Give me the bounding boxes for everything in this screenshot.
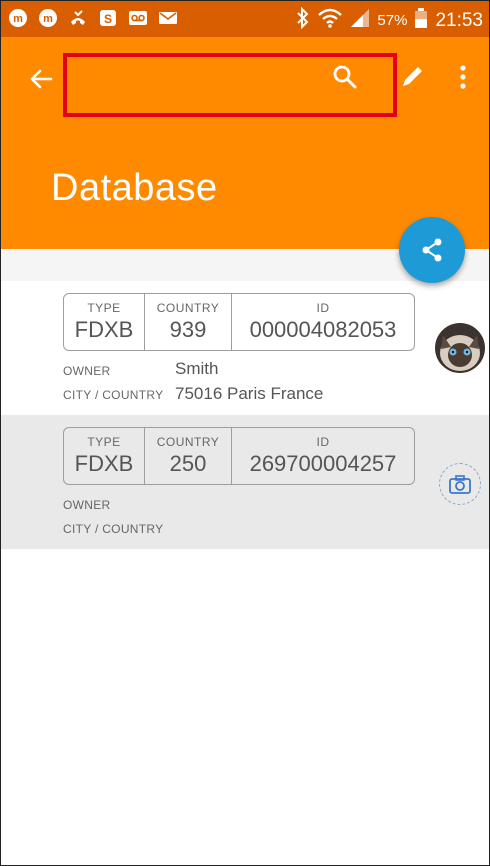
more-options-icon[interactable] [455, 63, 471, 91]
app-m-icon-2: m [37, 7, 59, 29]
id-cell: ID 000004082053 [232, 294, 414, 350]
svg-text:m: m [13, 13, 23, 25]
svg-text:S: S [104, 12, 112, 26]
city-country-label: CITY / COUNTRY [63, 388, 164, 402]
type-cell: TYPE FDXB [64, 428, 145, 484]
transponder-id-box: TYPE FDXB COUNTRY 250 ID 269700004257 [63, 427, 415, 485]
country-cell: COUNTRY 939 [145, 294, 232, 350]
notification-icons: m m S [7, 7, 179, 29]
country-cell: COUNTRY 250 [145, 428, 232, 484]
add-photo-camera-icon[interactable] [439, 463, 481, 505]
mail-icon [157, 7, 179, 29]
list-item[interactable]: TYPE FDXB COUNTRY 939 ID 000004082053 OW… [1, 281, 489, 415]
city-country-label: CITY / COUNTRY [63, 522, 164, 536]
page-title: Database [51, 167, 218, 209]
type-label: TYPE [87, 301, 121, 315]
country-value: 939 [169, 317, 207, 342]
bluetooth-icon [295, 6, 311, 34]
id-label: ID [316, 435, 330, 449]
clock: 21:53 [435, 9, 483, 31]
type-value: FDXB [74, 451, 134, 476]
back-arrow-icon[interactable] [23, 61, 59, 97]
search-icon[interactable] [331, 63, 359, 91]
country-label: COUNTRY [156, 301, 220, 315]
id-label: ID [316, 301, 330, 315]
missed-call-icon [67, 7, 89, 29]
country-value: 250 [169, 451, 207, 476]
edit-pencil-icon[interactable] [399, 62, 427, 90]
share-icon [422, 238, 442, 262]
wifi-icon [317, 7, 343, 34]
type-value: FDXB [74, 317, 134, 342]
owner-label: OWNER [63, 498, 111, 512]
owner-value: Smith [175, 359, 219, 378]
system-icons: 57% 21:53 [295, 6, 483, 34]
voicemail-icon [127, 7, 149, 29]
transponder-id-box: TYPE FDXB COUNTRY 939 ID 000004082053 [63, 293, 415, 351]
list-item[interactable]: TYPE FDXB COUNTRY 250 ID 269700004257 OW… [1, 415, 489, 549]
share-button[interactable] [399, 217, 465, 283]
battery-percent: 57% [377, 12, 408, 29]
screen: m m S 57% 21:53 Database TYPE FDXB COUNT… [0, 0, 490, 866]
signal-icon [349, 7, 371, 34]
database-list: TYPE FDXB COUNTRY 939 ID 000004082053 OW… [1, 249, 489, 549]
pet-avatar[interactable] [435, 323, 485, 373]
app-bar: Database [1, 37, 489, 249]
type-cell: TYPE FDXB [64, 294, 145, 350]
id-cell: ID 269700004257 [232, 428, 414, 484]
country-label: COUNTRY [156, 435, 220, 449]
type-label: TYPE [87, 435, 121, 449]
id-value: 269700004257 [249, 451, 397, 476]
svg-text:m: m [43, 13, 53, 25]
app-s-icon: S [97, 7, 119, 29]
status-bar: m m S 57% 21:53 [1, 1, 489, 37]
owner-label: OWNER [63, 364, 111, 378]
city-country-value: 75016 Paris France [175, 384, 324, 403]
id-value: 000004082053 [249, 317, 397, 342]
app-m-icon: m [7, 7, 29, 29]
battery-icon [413, 7, 429, 34]
